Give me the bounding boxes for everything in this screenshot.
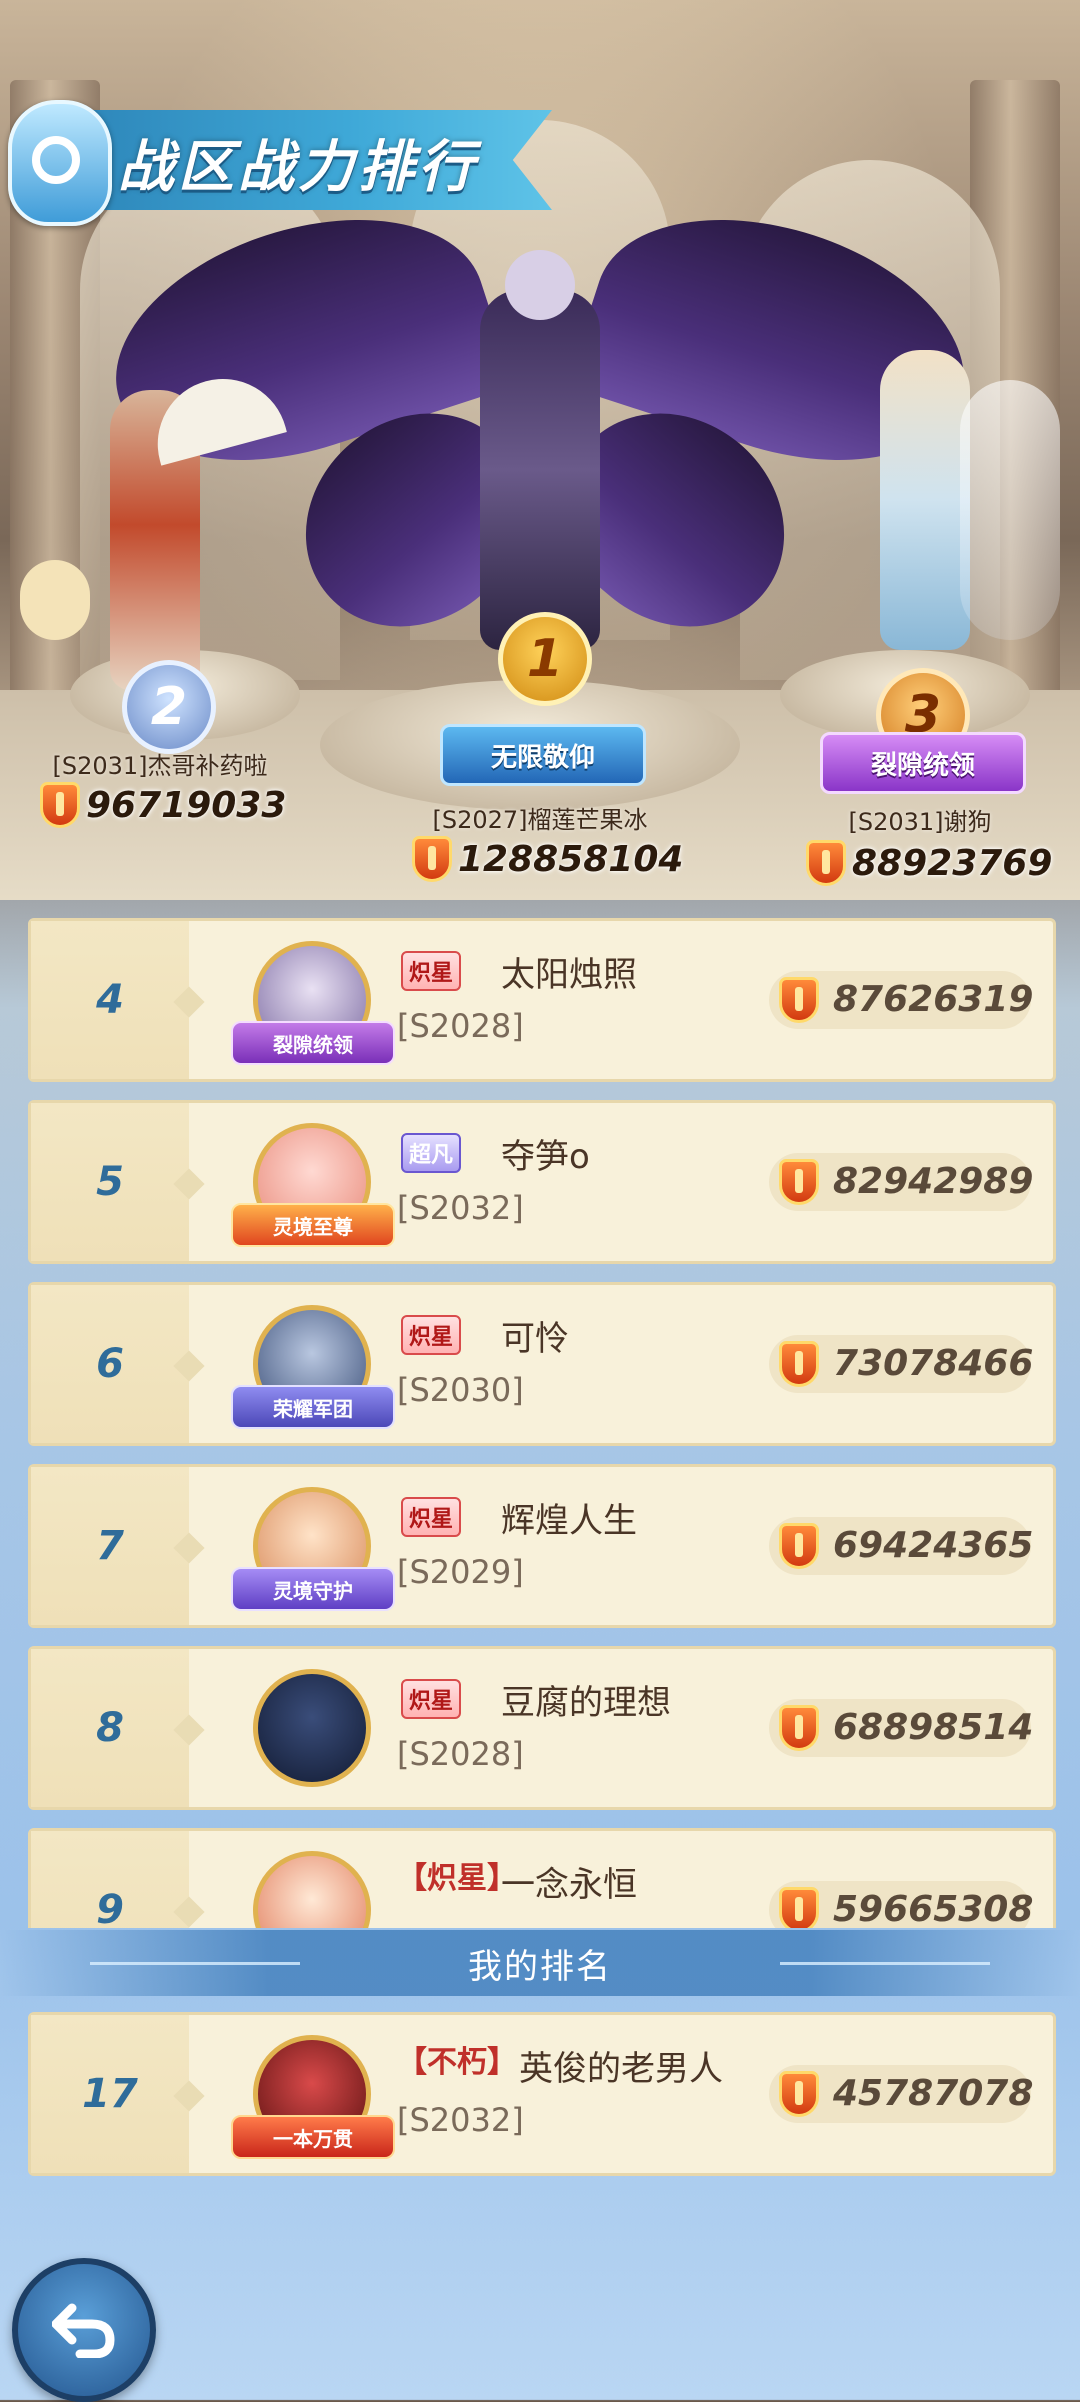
rank-medal-2: 2 <box>122 660 216 754</box>
podium-power-3: 88923769 <box>806 840 1052 886</box>
power-pill: 45787078 <box>769 2065 1034 2123</box>
shield-icon <box>779 1159 819 1205</box>
avatar-badge: 荣耀军团 <box>231 1385 395 1429</box>
player-name: 辉煌人生 <box>501 1501 637 1541</box>
shield-icon <box>779 1887 819 1928</box>
table-row[interactable]: 4 裂隙统领 炽星 太阳烛照 [S2028] 87626319 <box>28 918 1056 1082</box>
title-emblem-icon <box>8 100 112 226</box>
back-button[interactable] <box>12 2258 156 2402</box>
player-name: 太阳烛照 <box>501 955 637 995</box>
rank-number: 5 <box>96 1159 124 1205</box>
power-pill: 69424365 <box>769 1517 1034 1575</box>
rank-tag: 炽星 <box>401 1315 462 1355</box>
rank-number: 9 <box>96 1887 124 1928</box>
shield-icon <box>779 1705 819 1751</box>
pet-companion <box>20 560 90 640</box>
server-id: [S2032] <box>397 1189 524 1227</box>
power-value: 82942989 <box>833 1161 1034 1202</box>
player-name: 一念永恒 <box>501 1865 637 1905</box>
title-plaque-1: 无限敬仰 <box>440 724 646 786</box>
character-cape <box>960 380 1060 640</box>
avatar[interactable] <box>253 1669 371 1787</box>
table-row[interactable]: 6 荣耀军团 炽星 可怜 [S2030] 73078466 <box>28 1282 1056 1446</box>
shield-icon <box>412 836 452 882</box>
table-row[interactable]: 7 灵境守护 炽星 辉煌人生 [S2029] 69424365 <box>28 1464 1056 1628</box>
avatar-badge: 灵境至尊 <box>231 1203 395 1247</box>
server-id: [S2032] <box>397 2101 524 2139</box>
shield-icon <box>806 840 846 886</box>
power-value: 45787078 <box>833 2073 1034 2114</box>
podium-power-1: 128858104 <box>412 836 683 882</box>
rank-tag: 【不朽】 <box>397 2045 517 2080</box>
shield-icon <box>779 977 819 1023</box>
podium-name-2[interactable]: [S2031]杰哥补药啦 <box>30 746 290 781</box>
server-id: [S2028] <box>397 1007 524 1045</box>
title-plaque-3: 裂隙统领 <box>820 732 1026 794</box>
power-pill: 87626319 <box>769 971 1034 1029</box>
rank-number: 6 <box>96 1341 124 1387</box>
divider <box>90 1962 300 1965</box>
power-pill: 82942989 <box>769 1153 1034 1211</box>
my-ranking-header: 我的排名 <box>0 1930 1080 1996</box>
player-name: 豆腐的理想 <box>501 1683 671 1723</box>
shield-icon <box>779 1341 819 1387</box>
character-head <box>505 250 575 320</box>
rank-number: 17 <box>82 2071 138 2117</box>
podium-name-1[interactable]: [S2027]榴莲芒果冰 <box>400 800 680 835</box>
ranking-list[interactable]: 4 裂隙统领 炽星 太阳烛照 [S2028] 87626319 5 灵境至尊 超… <box>28 918 1058 1928</box>
table-row[interactable]: 8 炽星 豆腐的理想 [S2028] 68898514 <box>28 1646 1056 1810</box>
avatar-badge: 一本万贯 <box>231 2115 395 2159</box>
shield-icon <box>40 782 80 828</box>
power-value: 69424365 <box>833 1525 1034 1566</box>
table-row[interactable]: 9 【炽星】 一念永恒 59665308 <box>28 1828 1056 1928</box>
power-value: 87626319 <box>833 979 1034 1020</box>
rank-tag: 炽星 <box>401 951 462 991</box>
power-value: 128858104 <box>458 838 684 880</box>
my-ranking-label: 我的排名 <box>468 1946 612 1987</box>
power-value: 96719033 <box>86 784 287 826</box>
podium-power-2: 96719033 <box>40 782 286 828</box>
rank-tag: 超凡 <box>401 1133 462 1173</box>
player-name: 英俊的老男人 <box>519 2049 723 2089</box>
divider <box>780 1962 990 1965</box>
avatar-badge: 裂隙统领 <box>231 1021 395 1065</box>
rank-tag: 炽星 <box>401 1679 462 1719</box>
my-ranking-row[interactable]: 17 一本万贯 【不朽】 英俊的老男人 [S2032] 45787078 <box>28 2012 1056 2176</box>
avatar[interactable] <box>253 1851 371 1928</box>
shield-icon <box>779 2071 819 2117</box>
avatar-badge: 灵境守护 <box>231 1567 395 1611</box>
podium-name-3[interactable]: [S2031]谢狗 <box>810 802 1030 837</box>
rank-tag: 炽星 <box>401 1497 462 1537</box>
character-rank-3 <box>880 350 970 650</box>
rank-medal-1: 1 <box>498 612 592 706</box>
player-name: 夺笋o <box>501 1137 590 1177</box>
power-pill: 59665308 <box>769 1881 1034 1928</box>
power-value: 68898514 <box>833 1707 1034 1748</box>
power-value: 73078466 <box>833 1343 1034 1384</box>
table-row[interactable]: 5 灵境至尊 超凡 夺笋o [S2032] 82942989 <box>28 1100 1056 1264</box>
power-pill: 68898514 <box>769 1699 1034 1757</box>
back-arrow-icon <box>52 2303 115 2358</box>
rank-number: 4 <box>96 977 124 1023</box>
power-value: 59665308 <box>833 1889 1034 1928</box>
rank-number: 8 <box>96 1705 124 1751</box>
shield-icon <box>779 1523 819 1569</box>
server-id: [S2029] <box>397 1553 524 1591</box>
player-name: 可怜 <box>501 1319 569 1359</box>
power-value: 88923769 <box>852 842 1053 884</box>
power-pill: 73078466 <box>769 1335 1034 1393</box>
page-title: 战区战力排行 <box>118 135 478 200</box>
server-id: [S2030] <box>397 1371 524 1409</box>
rank-number: 7 <box>96 1523 124 1569</box>
server-id: [S2028] <box>397 1735 524 1773</box>
character-rank-1 <box>480 290 600 650</box>
